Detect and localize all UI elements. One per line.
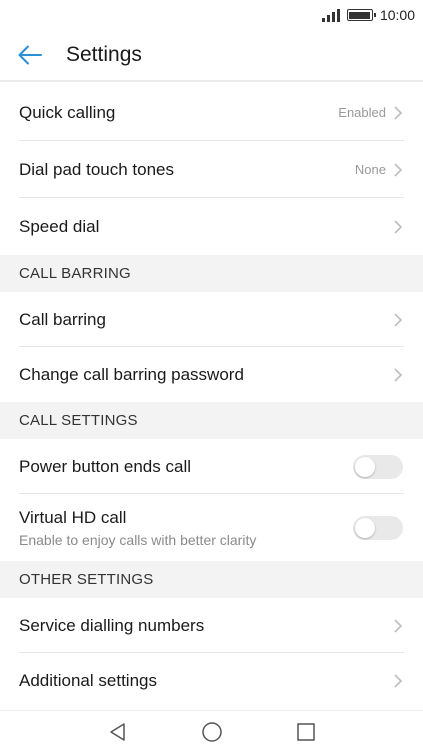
app-bar: Settings [0,30,423,82]
chevron-right-icon [393,312,403,328]
toggle-knob [355,517,375,538]
row-label: Change call barring password [19,364,244,384]
chevron-right-icon [393,367,403,383]
row-value: Enabled [338,105,386,120]
row-label: Virtual HD call [19,507,127,527]
settings-list: Quick calling Enabled Dial pad touch ton… [0,84,423,708]
status-bar: 10:00 [0,0,423,30]
call-barring-row[interactable]: Call barring [0,292,423,347]
nav-home-icon [201,721,222,742]
virtual-hd-call-toggle[interactable] [353,515,403,540]
nav-recents-icon [296,722,315,741]
row-label: Additional settings [19,670,157,690]
chevron-right-icon [393,673,403,689]
row-label: Power button ends call [19,456,191,476]
nav-back-button[interactable] [101,715,135,749]
chevron-right-icon [393,219,403,235]
navigation-bar [0,710,423,752]
signal-icon [321,8,340,22]
status-time: 10:00 [379,7,415,23]
service-dialling-numbers-row[interactable]: Service dialling numbers [0,598,423,653]
row-label: Quick calling [19,102,116,122]
power-button-ends-call-row[interactable]: Power button ends call [0,439,423,494]
nav-home-button[interactable] [195,715,229,749]
row-label: Service dialling numbers [19,615,205,635]
toggle-knob [355,456,375,477]
row-label: Dial pad touch tones [19,159,174,179]
virtual-hd-call-row[interactable]: Virtual HD call Enable to enjoy calls wi… [0,494,423,561]
nav-recents-button[interactable] [289,715,323,749]
back-arrow-icon [18,45,42,65]
nav-back-icon [109,722,125,741]
quick-calling-row[interactable]: Quick calling Enabled [0,84,423,141]
row-label: Call barring [19,309,106,329]
row-label: Speed dial [19,216,100,236]
page-title: Settings [66,43,142,66]
chevron-right-icon [393,105,403,121]
section-header-call-barring: CALL BARRING [0,255,423,292]
row-subtitle: Enable to enjoy calls with better clarit… [19,531,257,548]
chevron-right-icon [393,162,403,178]
row-value: None [354,162,386,177]
battery-icon [346,9,376,21]
section-header-call-settings: CALL SETTINGS [0,402,423,439]
dial-pad-touch-tones-row[interactable]: Dial pad touch tones None [0,141,423,198]
change-call-barring-password-row[interactable]: Change call barring password [0,347,423,402]
section-header-other-settings: OTHER SETTINGS [0,561,423,598]
additional-settings-row[interactable]: Additional settings [0,653,423,708]
chevron-right-icon [393,618,403,634]
speed-dial-row[interactable]: Speed dial [0,198,423,255]
back-button[interactable] [0,29,60,81]
power-button-ends-call-toggle[interactable] [353,454,403,479]
